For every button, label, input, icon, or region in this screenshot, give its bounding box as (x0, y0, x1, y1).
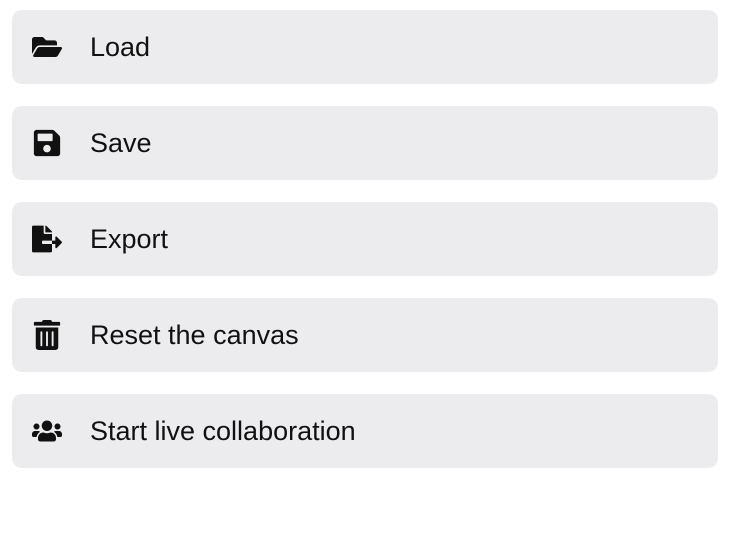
export-icon (30, 222, 64, 256)
menu-list: Load Save Export Reset the canvas Start … (12, 10, 718, 468)
folder-open-icon (30, 30, 64, 64)
start-live-collaboration-button[interactable]: Start live collaboration (12, 394, 718, 468)
reset-canvas-button[interactable]: Reset the canvas (12, 298, 718, 372)
menu-item-label: Start live collaboration (90, 416, 356, 447)
trash-icon (30, 318, 64, 352)
load-button[interactable]: Load (12, 10, 718, 84)
menu-item-label: Load (90, 32, 150, 63)
menu-item-label: Export (90, 224, 168, 255)
menu-item-label: Reset the canvas (90, 320, 299, 351)
menu-item-label: Save (90, 128, 152, 159)
export-button[interactable]: Export (12, 202, 718, 276)
save-icon (30, 126, 64, 160)
users-icon (30, 414, 64, 448)
save-button[interactable]: Save (12, 106, 718, 180)
